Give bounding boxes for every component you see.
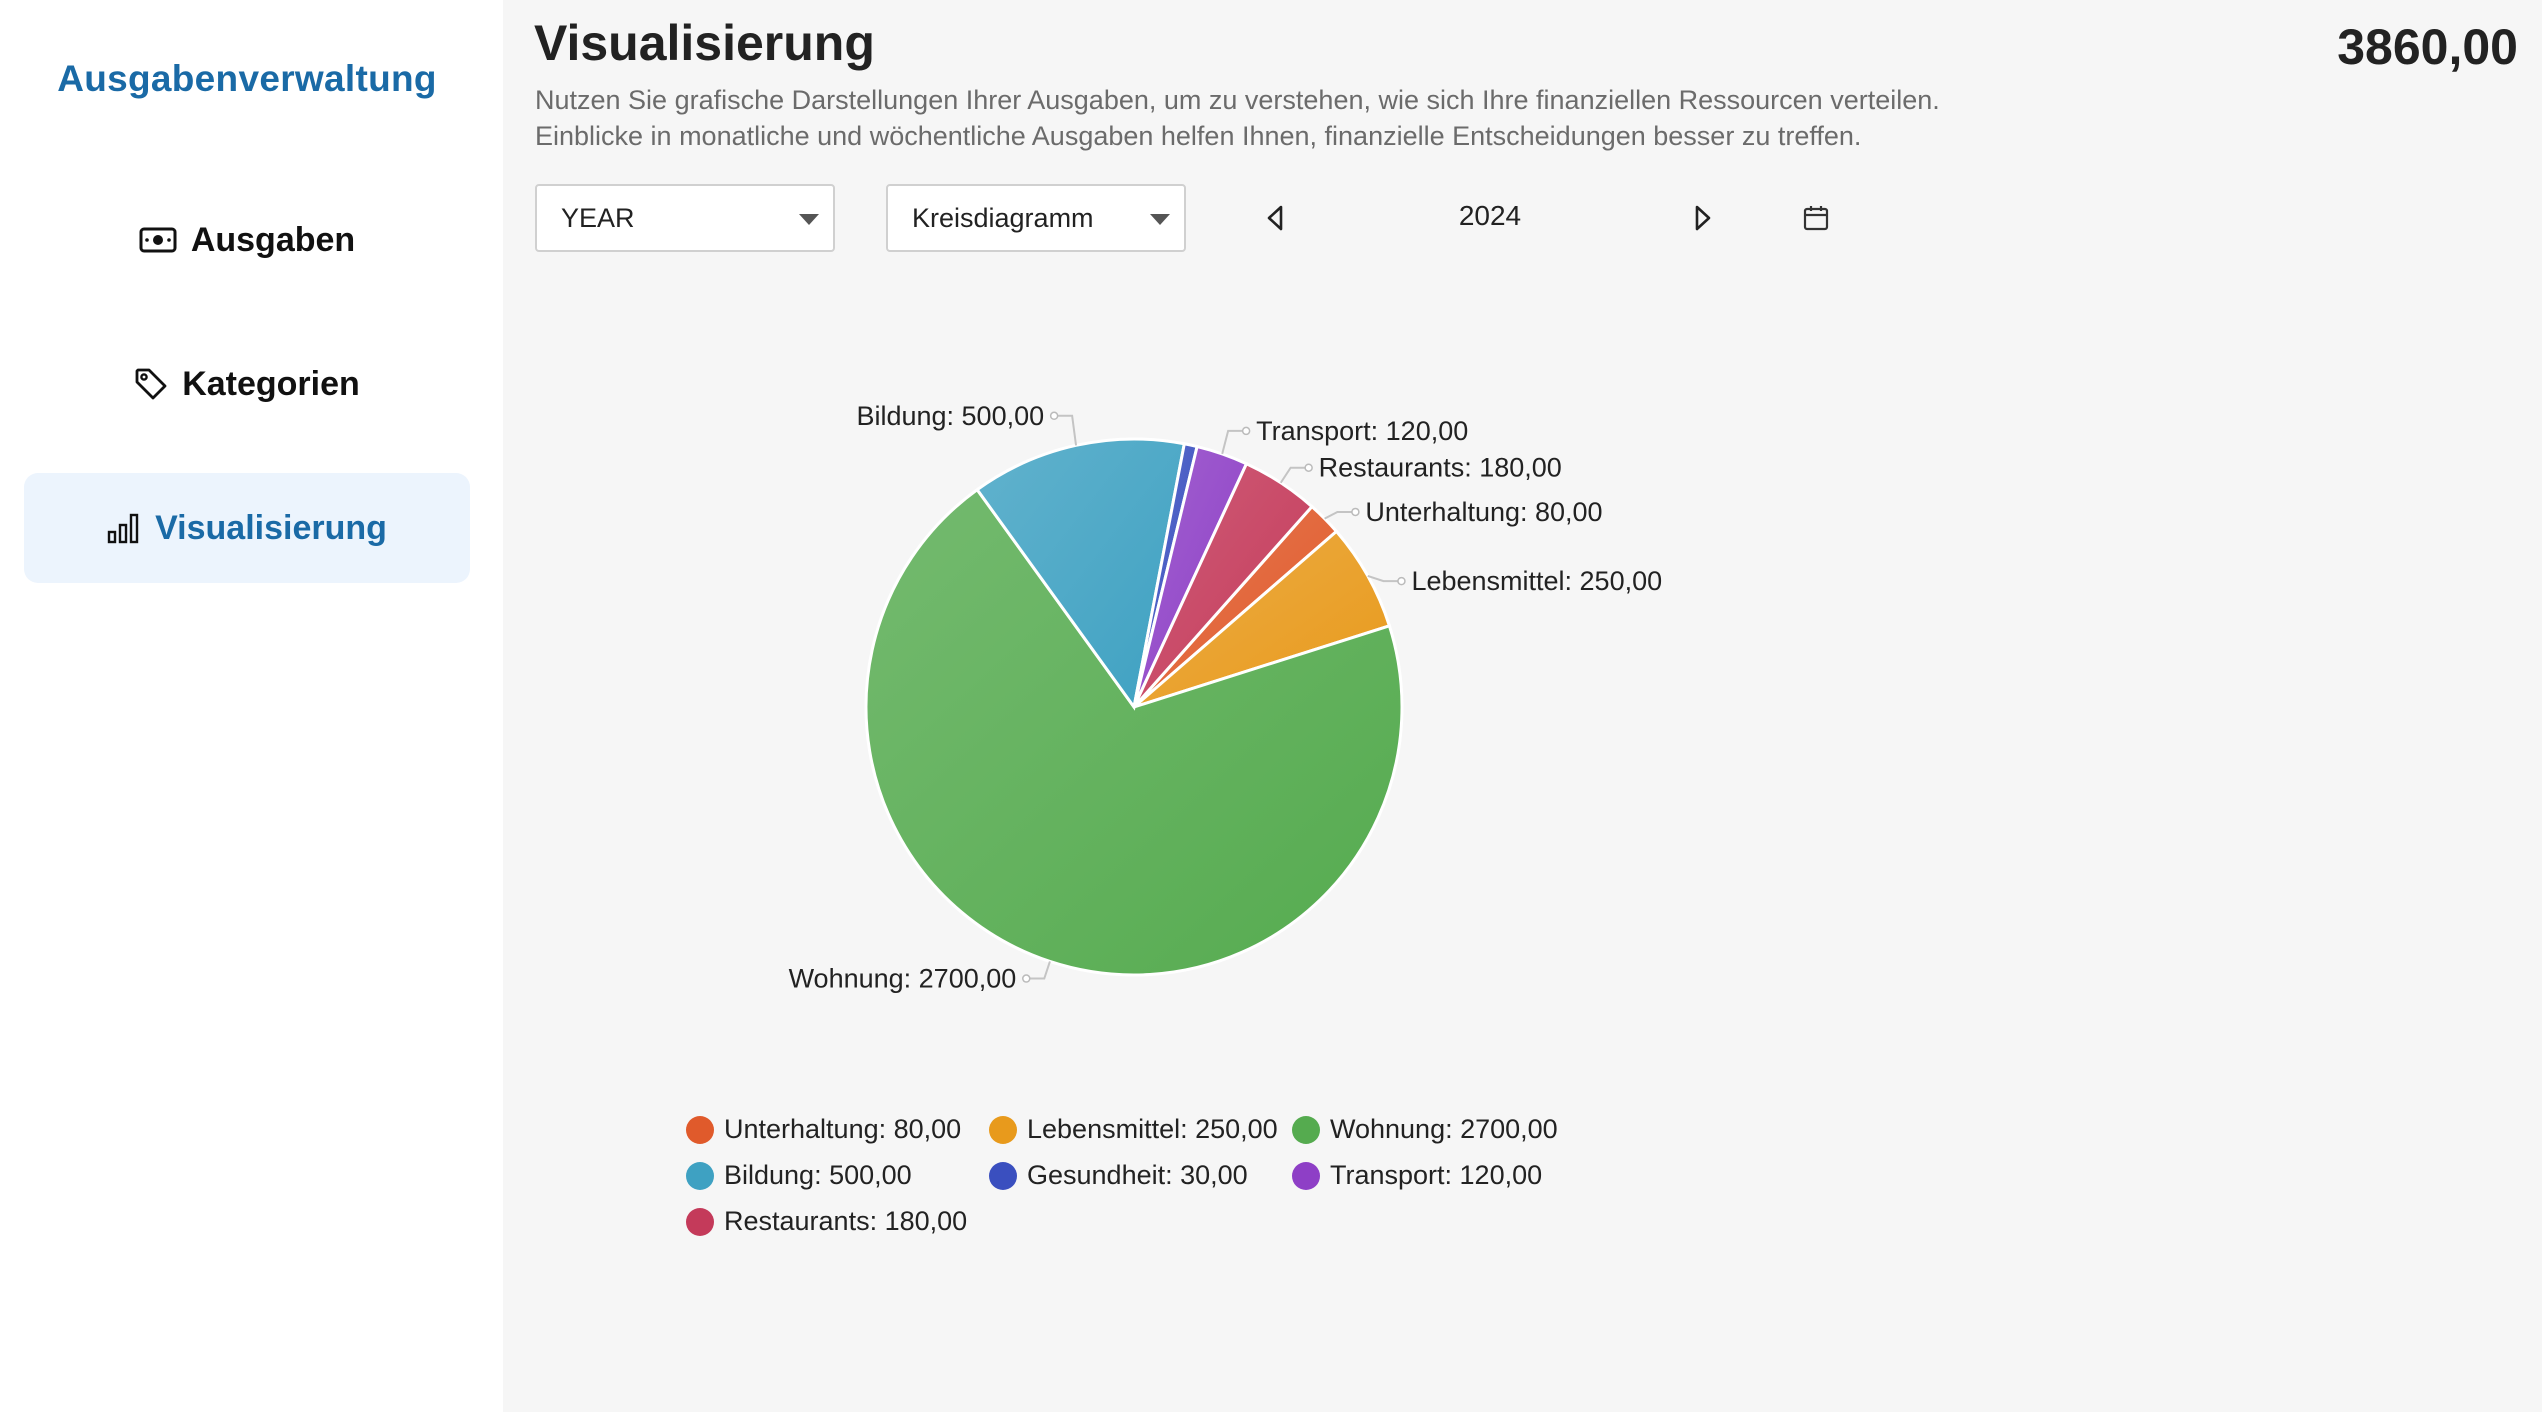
legend-color-dot <box>686 1161 714 1190</box>
label-connector <box>1279 466 1309 484</box>
label-connector <box>1221 429 1247 455</box>
legend-color-dot <box>686 1115 714 1144</box>
label-connector-dot <box>1022 974 1031 983</box>
legend-label: Wohnung: 2700,00 <box>1330 1114 1558 1144</box>
pie-label-wohnung: Wohnung: 2700,00 <box>789 964 1017 994</box>
main-content: Visualisierung 3860,00 Nutzen Sie grafis… <box>503 0 2542 1412</box>
legend-item[interactable]: Restaurants: 180,00 <box>686 1204 989 1239</box>
sidebar-item-ausgaben[interactable]: Ausgaben <box>24 185 470 295</box>
label-connector-dot <box>1397 576 1406 586</box>
legend-color-dot <box>989 1115 1017 1144</box>
legend-label: Bildung: 500,00 <box>724 1160 912 1190</box>
legend-color-dot <box>989 1161 1017 1190</box>
label-connector-dot <box>1049 411 1059 421</box>
bar-chart-icon <box>107 512 141 544</box>
tag-icon <box>134 367 168 401</box>
legend-label: Transport: 120,00 <box>1330 1160 1543 1190</box>
pie-label-transport: Transport: 120,00 <box>1256 416 1468 446</box>
sidebar-item-label: Visualisierung <box>155 508 387 547</box>
legend-item[interactable]: Wohnung: 2700,00 <box>1292 1112 1592 1147</box>
legend-item[interactable]: Unterhaltung: 80,00 <box>686 1112 989 1147</box>
sidebar-item-kategorien[interactable]: Kategorien <box>24 329 470 439</box>
pie-label-unterhaltung: Unterhaltung: 80,00 <box>1365 497 1602 527</box>
legend-item[interactable]: Lebensmittel: 250,00 <box>989 1112 1292 1147</box>
label-connector <box>1026 961 1051 980</box>
legend-item[interactable]: Transport: 120,00 <box>1292 1158 1592 1193</box>
pie-label-lebensmittel: Lebensmittel: 250,00 <box>1411 566 1662 596</box>
label-connector <box>1054 414 1078 446</box>
sidebar-item-visualisierung[interactable]: Visualisierung <box>24 473 470 583</box>
legend-color-dot <box>686 1207 714 1236</box>
legend-label: Unterhaltung: 80,00 <box>724 1114 962 1144</box>
pie-label-restaurants: Restaurants: 180,00 <box>1319 453 1562 483</box>
label-connector <box>1324 510 1356 520</box>
legend-label: Gesundheit: 30,00 <box>1027 1160 1248 1190</box>
legend-item[interactable]: Bildung: 500,00 <box>686 1158 989 1193</box>
sidebar-item-label: Kategorien <box>182 364 360 403</box>
app-brand[interactable]: Ausgabenverwaltung <box>0 58 494 100</box>
label-connector-dot <box>1241 426 1251 436</box>
chart-legend: Unterhaltung: 80,00 Lebensmittel: 250,00 W… <box>686 1112 1586 1239</box>
label-connector-dot <box>1351 507 1360 517</box>
legend-label: Lebensmittel: 250,00 <box>1027 1114 1278 1144</box>
legend-label: Restaurants: 180,00 <box>724 1206 968 1236</box>
label-connector-dot <box>1304 463 1313 472</box>
pie-label-bildung: Bildung: 500,00 <box>856 401 1044 431</box>
legend-color-dot <box>1292 1115 1320 1144</box>
legend-item[interactable]: Gesundheit: 30,00 <box>989 1158 1292 1193</box>
sidebar-item-label: Ausgaben <box>190 220 356 259</box>
label-connector <box>1367 574 1402 583</box>
sidebar: Ausgabenverwaltung Ausgaben Kategorien V… <box>0 0 503 1412</box>
legend-color-dot <box>1292 1161 1320 1190</box>
cash-icon <box>139 226 177 254</box>
